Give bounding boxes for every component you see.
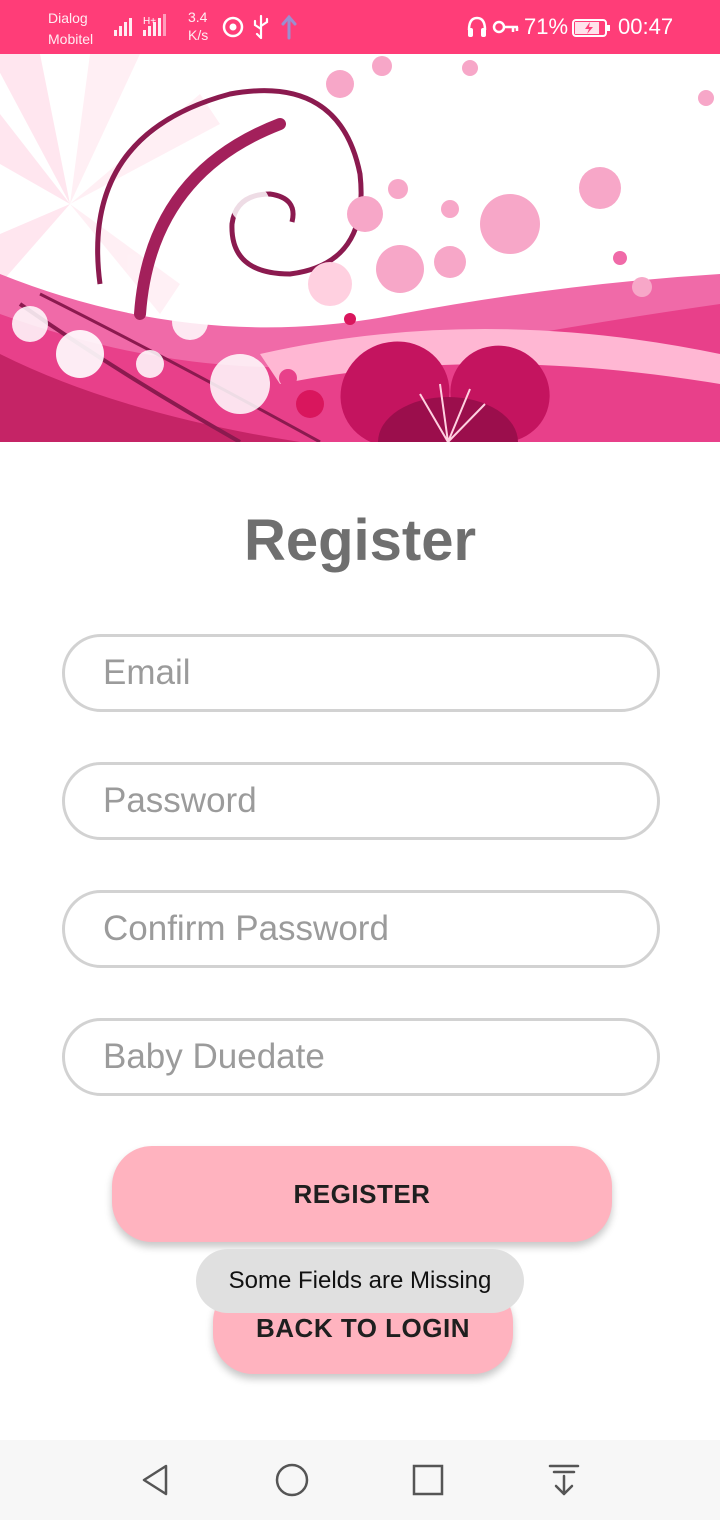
email-field[interactable] <box>62 634 660 712</box>
hero-banner <box>0 54 720 442</box>
notification-pull-icon[interactable] <box>544 1460 584 1500</box>
usb-icon <box>253 14 269 40</box>
page-title: Register <box>243 508 477 573</box>
baby-duedate-field[interactable] <box>62 1018 660 1096</box>
email-input[interactable] <box>65 637 657 709</box>
recents-icon[interactable] <box>408 1460 448 1500</box>
headphones-icon <box>467 16 487 37</box>
confirm-password-input[interactable] <box>65 893 657 965</box>
carrier-line-2: Mobitel <box>48 31 94 47</box>
battery-charging-icon <box>572 19 610 37</box>
upload-icon <box>281 14 297 40</box>
baby-duedate-input[interactable] <box>65 1021 657 1093</box>
carrier-line-1: Dialog <box>48 10 88 26</box>
music-icon <box>222 16 244 38</box>
clock: 00:47 <box>618 14 674 39</box>
status-bar: Dialog Mobitel H+ 3.4 K/s 71% 00:47 <box>0 0 720 54</box>
toast-message: Some Fields are Missing <box>196 1249 524 1313</box>
password-input[interactable] <box>65 765 657 837</box>
password-field[interactable] <box>62 762 660 840</box>
network-speed-unit: K/s <box>188 27 209 43</box>
battery-percent: 71% <box>524 14 569 39</box>
signal-icon: H+ <box>114 14 166 36</box>
confirm-password-field[interactable] <box>62 890 660 968</box>
back-icon[interactable] <box>136 1460 176 1500</box>
network-speed: 3.4 K/s <box>188 8 208 44</box>
network-speed-value: 3.4 <box>188 9 208 25</box>
key-icon <box>492 20 519 34</box>
carrier-label: Dialog Mobitel <box>48 8 93 50</box>
home-icon[interactable] <box>272 1460 312 1500</box>
system-nav-bar <box>0 1440 720 1520</box>
register-button[interactable]: REGISTER <box>112 1146 612 1242</box>
pink-swirl-flower-illustration <box>0 54 720 442</box>
